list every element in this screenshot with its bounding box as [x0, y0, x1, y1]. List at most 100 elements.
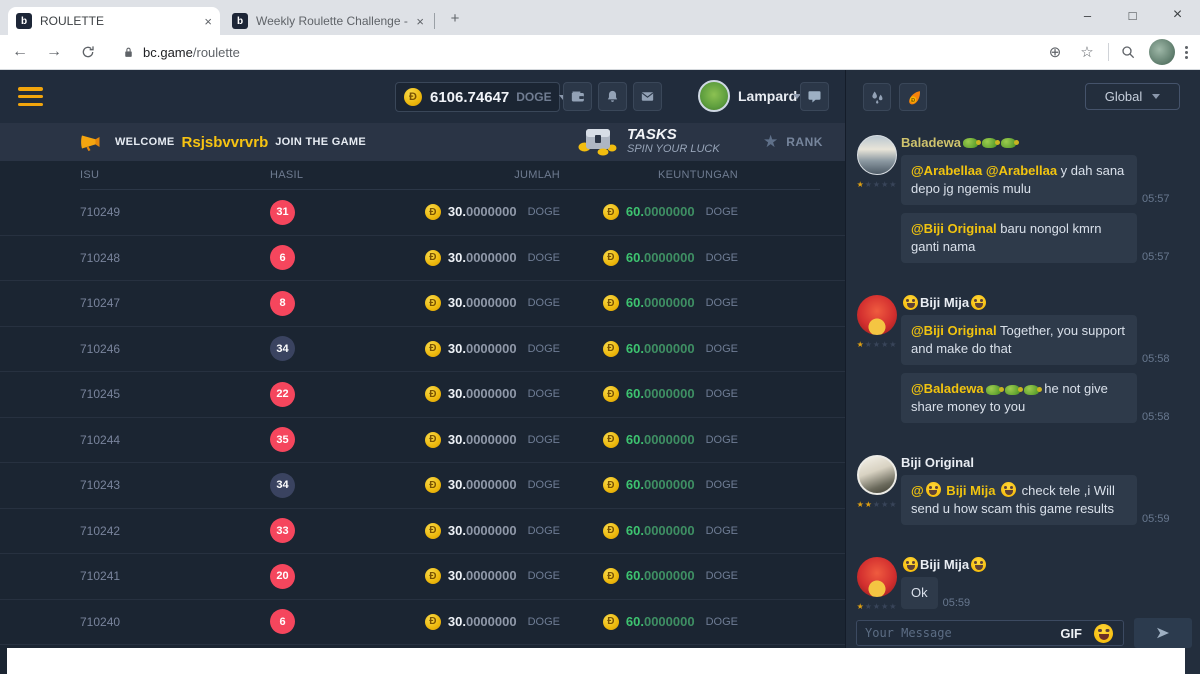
- forward-icon[interactable]: →: [40, 38, 68, 66]
- balance-currency: DOGE: [516, 90, 551, 104]
- chat-user-column: ★★★★★: [853, 295, 901, 431]
- search-icon[interactable]: [1115, 39, 1141, 65]
- emoji-picker-button[interactable]: [1092, 624, 1115, 643]
- message-bubble[interactable]: @Biji Original Together, you support and…: [901, 315, 1137, 365]
- refresh-icon[interactable]: [74, 38, 102, 66]
- avatar[interactable]: [857, 135, 897, 175]
- menu-hamburger-icon[interactable]: [18, 87, 43, 106]
- tab-roulette[interactable]: b ROULETTE ×: [8, 7, 220, 35]
- chat-username[interactable]: Biji Original: [901, 455, 1192, 470]
- mention[interactable]: @Biji Original: [911, 221, 997, 236]
- roulette-result-ball: 34: [270, 336, 295, 361]
- user-rating: ★★★★★: [857, 500, 898, 509]
- table-row[interactable]: 7102406Ð30.0000000DOGEÐ60.0000000DOGE: [0, 600, 845, 646]
- send-message-button[interactable]: [1134, 618, 1192, 648]
- result-cell: 22: [270, 382, 420, 407]
- message-bubble[interactable]: Ok: [901, 577, 938, 609]
- chat-toggle-button[interactable]: [800, 82, 829, 111]
- mention[interactable]: @Arabellaa: [911, 163, 982, 178]
- welcomed-username: Rsjsbvvrvrb: [182, 134, 269, 151]
- table-row[interactable]: 71024435Ð30.0000000DOGEÐ60.0000000DOGE: [0, 418, 845, 464]
- table-row[interactable]: 71024634Ð30.0000000DOGEÐ60.0000000DOGE: [0, 327, 845, 373]
- table-row[interactable]: 7102478Ð30.0000000DOGEÐ60.0000000DOGE: [0, 281, 845, 327]
- tasks-title: TASKS: [627, 127, 720, 143]
- chat-user-column: ★★★★★: [853, 557, 901, 617]
- bet-id: 710249: [80, 205, 270, 219]
- window-controls: – □ ×: [1065, 0, 1200, 32]
- bet-id: 710240: [80, 615, 270, 629]
- coin-drop-button[interactable]: Ð: [899, 83, 927, 111]
- bet-amount-cell: Ð30.0000000DOGE: [420, 613, 560, 631]
- doge-coin-icon: Ð: [425, 523, 441, 539]
- close-button[interactable]: ×: [1155, 0, 1200, 30]
- rain-button[interactable]: [863, 83, 891, 111]
- url-text: bc.game/roulette: [143, 45, 240, 60]
- mention[interactable]: @Baladewa: [911, 381, 984, 396]
- result-cell: 34: [270, 336, 420, 361]
- toolbar-divider: [1108, 43, 1109, 61]
- chat-channel-value: Global: [1105, 89, 1143, 104]
- mention[interactable]: @Biji Original: [911, 323, 997, 338]
- col-hasil: HASIL: [270, 169, 420, 181]
- user-avatar[interactable]: [698, 80, 730, 112]
- message-time: 05:59: [943, 597, 971, 609]
- table-row[interactable]: 71024120Ð30.0000000DOGEÐ60.0000000DOGE: [0, 554, 845, 600]
- message-time: 05:57: [1142, 193, 1170, 205]
- omnibox[interactable]: bc.game/roulette: [110, 45, 1036, 60]
- tab-close-icon[interactable]: ×: [204, 14, 212, 29]
- browser-menu-icon[interactable]: [1185, 46, 1188, 59]
- mention[interactable]: @Arabellaa: [986, 163, 1057, 178]
- messages-button[interactable]: [633, 82, 662, 111]
- browser-window: b ROULETTE × b Weekly Roulette Challenge…: [0, 0, 1200, 674]
- tab-weekly-challenge[interactable]: b Weekly Roulette Challenge - Win ×: [224, 7, 432, 35]
- chat-message: @Baladewa he not give share money to you…: [901, 373, 1192, 423]
- table-row[interactable]: 71024233Ð30.0000000DOGEÐ60.0000000DOGE: [0, 509, 845, 555]
- rank-label: RANK: [786, 135, 823, 149]
- tasks-shortcut[interactable]: TASKS SPIN YOUR LUCK: [578, 126, 720, 156]
- gif-button[interactable]: GIF: [1060, 626, 1082, 641]
- avatar[interactable]: [857, 455, 897, 495]
- new-tab-button[interactable]: +: [446, 9, 464, 27]
- table-row[interactable]: 7102486Ð30.0000000DOGEÐ60.0000000DOGE: [0, 236, 845, 282]
- balance-selector[interactable]: Ð 6106.74647 DOGE: [395, 82, 560, 112]
- chat-user-column: ★★★★★: [853, 455, 901, 533]
- message-bubble[interactable]: @ Biji Mija check tele ,i Will send u ho…: [901, 475, 1137, 525]
- message-bubble[interactable]: @Arabellaa @Arabellaa y dah sana depo jg…: [901, 155, 1137, 205]
- avatar[interactable]: [857, 295, 897, 335]
- wallet-button[interactable]: [563, 82, 592, 111]
- message-bubble[interactable]: @Biji Original baru nongol kmrn ganti na…: [901, 213, 1137, 263]
- table-row[interactable]: 71024931Ð30.0000000DOGEÐ60.0000000DOGE: [0, 190, 845, 236]
- tab-close-icon[interactable]: ×: [416, 14, 424, 29]
- chat-channel-select[interactable]: Global: [1085, 83, 1180, 110]
- zoom-plus-icon[interactable]: ⊕: [1042, 39, 1068, 65]
- back-icon[interactable]: ←: [6, 38, 34, 66]
- chat-messages[interactable]: ★★★★★Baladewa @Arabellaa @Arabellaa y da…: [846, 123, 1200, 620]
- minimize-button[interactable]: –: [1065, 0, 1110, 30]
- mention[interactable]: @: [911, 483, 924, 498]
- table-body: 71024931Ð30.0000000DOGEÐ60.0000000DOGE71…: [0, 190, 845, 645]
- doge-coin-icon: Ð: [425, 386, 441, 402]
- user-name[interactable]: Lampard: [738, 88, 797, 104]
- chat-input-box[interactable]: GIF: [856, 620, 1124, 646]
- chat-username[interactable]: Biji Mija: [901, 295, 1192, 310]
- chat-user-column: ★★★★★: [853, 135, 901, 271]
- chat-message-input[interactable]: [857, 626, 1060, 640]
- bet-amount-cell: Ð30.0000000DOGE: [420, 522, 560, 540]
- laugh-emoji: [971, 557, 986, 572]
- bet-amount-cell: Ð30.0000000DOGE: [420, 431, 560, 449]
- mention[interactable]: Biji Mija: [943, 483, 999, 498]
- table-row[interactable]: 71024334Ð30.0000000DOGEÐ60.0000000DOGE: [0, 463, 845, 509]
- doge-coin-icon: Ð: [425, 614, 441, 630]
- chat-username[interactable]: Baladewa: [901, 135, 1192, 150]
- table-row[interactable]: 71024522Ð30.0000000DOGEÐ60.0000000DOGE: [0, 372, 845, 418]
- bcgame-favicon: b: [16, 13, 32, 29]
- chat-username[interactable]: Biji Mija: [901, 557, 1192, 572]
- notifications-button[interactable]: [598, 82, 627, 111]
- message-bubble[interactable]: @Baladewa he not give share money to you: [901, 373, 1137, 423]
- maximize-button[interactable]: □: [1110, 0, 1155, 30]
- rank-shortcut[interactable]: ★ RANK: [763, 123, 823, 161]
- browser-profile-avatar[interactable]: [1149, 39, 1175, 65]
- bookmark-star-icon[interactable]: ☆: [1074, 39, 1100, 65]
- avatar[interactable]: [857, 557, 897, 597]
- turtle-emoji: [1001, 138, 1016, 148]
